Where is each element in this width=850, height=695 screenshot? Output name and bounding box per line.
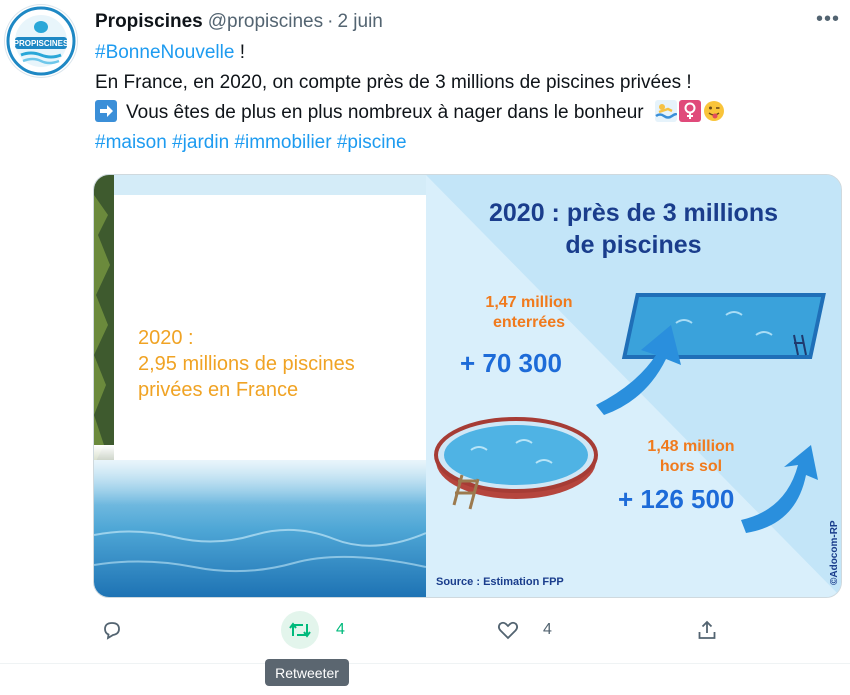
credit-caption: ©Adocom-RP	[829, 520, 840, 585]
female-sign-emoji-icon	[678, 100, 701, 122]
tweet-date[interactable]: 2 juin	[337, 11, 382, 33]
retweet-icon	[281, 611, 319, 649]
inground-label-1: 1,47 million	[485, 294, 573, 311]
inground-value: + 70 300	[460, 348, 562, 378]
avatar[interactable]: PROPISCINES	[5, 5, 77, 77]
hashtag-maison[interactable]: #maison	[95, 132, 167, 153]
line3-text: Vous êtes de plus en plus nombreux à nag…	[126, 102, 644, 123]
reply-icon	[93, 611, 131, 649]
swimmer-emoji-icon	[654, 100, 677, 122]
hashtag-piscine[interactable]: #piscine	[337, 132, 407, 153]
action-bar: 4 4	[93, 610, 733, 650]
author-name[interactable]: Propiscines	[95, 11, 203, 33]
arrow-right-icon	[95, 100, 117, 122]
share-icon	[688, 611, 726, 649]
retweet-tooltip: Retweeter	[265, 659, 349, 686]
infographic-title-line-1: 2020 : près de 3 millions	[488, 199, 778, 227]
propiscines-logo-icon: PROPISCINES	[6, 6, 76, 76]
left-text-line-2: 2,95 millions de piscines	[138, 353, 355, 375]
line1-text: !	[234, 42, 246, 63]
reply-button[interactable]	[93, 610, 131, 650]
left-text-line-1: 2020 :	[138, 327, 194, 349]
retweet-button[interactable]: 4	[281, 610, 345, 650]
tweet-hashtags: #maison #jardin #immobilier #piscine	[95, 128, 407, 158]
tweet-line-2: En France, en 2020, on compte près de 3 …	[95, 72, 692, 93]
aboveground-value: + 126 500	[618, 484, 735, 514]
retweet-count: 4	[336, 621, 345, 638]
like-icon	[489, 611, 527, 649]
hashtag-bonnenouvelle[interactable]: #BonneNouvelle	[95, 42, 234, 63]
infographic-title-line-2: de piscines	[565, 231, 702, 259]
tweet-line-1: #BonneNouvelle !	[95, 38, 245, 68]
like-button[interactable]: 4	[489, 610, 552, 650]
author-handle[interactable]: @propiscines	[208, 11, 323, 33]
emoji-group	[654, 100, 725, 122]
tweet-header: Propiscines @propiscines · 2 juin	[95, 10, 383, 34]
aboveground-label-2: hors sol	[659, 458, 723, 475]
hashtag-immobilier[interactable]: #immobilier	[234, 132, 331, 153]
inground-label-2: enterrées	[492, 314, 566, 331]
hashtag-jardin[interactable]: #jardin	[172, 132, 229, 153]
tweet-line-3: Vous êtes de plus en plus nombreux à nag…	[95, 98, 725, 128]
svg-text:PROPISCINES: PROPISCINES	[14, 39, 69, 48]
divider	[0, 663, 850, 664]
more-icon[interactable]: •••	[812, 9, 844, 34]
aboveground-label-1: 1,48 million	[647, 438, 735, 455]
tweet[interactable]: PROPISCINES Propiscines @propiscines · 2…	[0, 0, 850, 663]
source-caption: Source : Estimation FPP	[436, 576, 564, 588]
separator-dot: ·	[327, 11, 334, 32]
media-card[interactable]: 2020 : 2,95 millions de piscines privées…	[93, 174, 842, 598]
like-count: 4	[543, 621, 552, 638]
left-text-line-3: privées en France	[138, 379, 299, 401]
share-button[interactable]	[688, 610, 726, 650]
winking-tongue-emoji-icon	[703, 101, 724, 121]
